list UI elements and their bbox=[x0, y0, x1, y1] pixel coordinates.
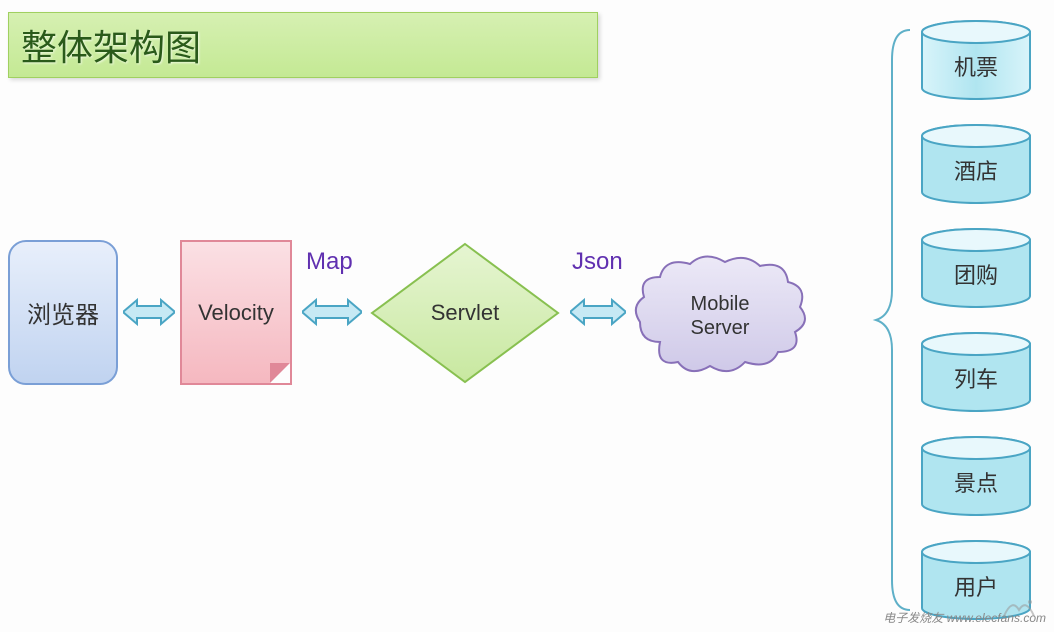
service-flight-label: 机票 bbox=[920, 30, 1032, 102]
velocity-label: Velocity bbox=[198, 300, 274, 326]
service-hotel-label: 酒店 bbox=[920, 134, 1032, 206]
title-box: 整体架构图 bbox=[8, 12, 598, 78]
browser-label: 浏览器 bbox=[27, 295, 99, 330]
arrow-browser-velocity bbox=[123, 296, 175, 328]
mobile-server-label: MobileServer bbox=[630, 252, 810, 380]
velocity-fold bbox=[270, 363, 290, 383]
label-map: Map bbox=[306, 248, 353, 276]
service-train-label: 列车 bbox=[920, 342, 1032, 414]
node-velocity: Velocity bbox=[180, 240, 292, 385]
service-attraction-label: 景点 bbox=[920, 446, 1032, 518]
label-json: Json bbox=[572, 248, 623, 276]
service-attraction: 景点 bbox=[920, 436, 1032, 514]
service-groupbuy-label: 团购 bbox=[920, 238, 1032, 310]
bracket bbox=[872, 20, 912, 620]
arrow-servlet-mobile bbox=[570, 296, 622, 328]
service-groupbuy: 团购 bbox=[920, 228, 1032, 306]
node-mobile-server: MobileServer bbox=[630, 252, 810, 380]
node-servlet: Servlet bbox=[370, 242, 560, 384]
service-flight: 机票 bbox=[920, 20, 1032, 98]
watermark-text: 电子发烧友 www.elecfans.com bbox=[883, 609, 1046, 626]
node-browser: 浏览器 bbox=[8, 240, 118, 385]
arrow-velocity-servlet bbox=[302, 296, 354, 328]
service-hotel: 酒店 bbox=[920, 124, 1032, 202]
servlet-label: Servlet bbox=[370, 242, 560, 384]
service-train: 列车 bbox=[920, 332, 1032, 410]
page-title: 整体架构图 bbox=[21, 19, 201, 71]
